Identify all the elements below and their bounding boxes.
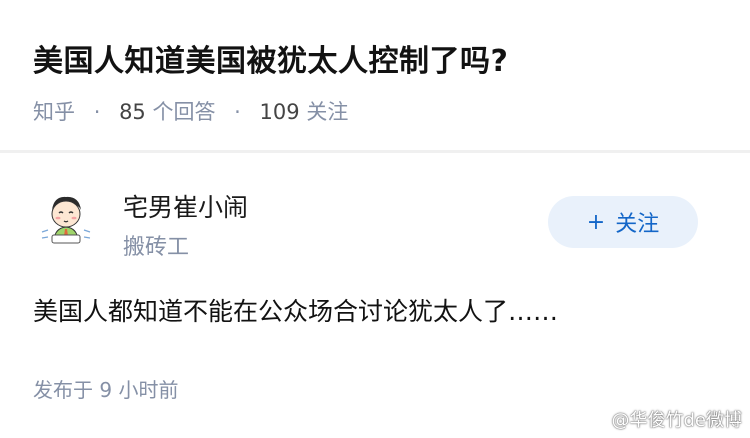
follow-button-label: 关注 — [615, 212, 660, 237]
question-title[interactable]: 美国人知道美国被犹太人控制了吗? — [33, 36, 508, 80]
follow-button[interactable]: + 关注 — [548, 196, 698, 248]
follower-count: 109 — [259, 100, 300, 124]
avatar[interactable] — [34, 188, 98, 252]
meta-separator: · — [234, 100, 241, 124]
source-label[interactable]: 知乎 — [33, 100, 75, 124]
author-name[interactable]: 宅男崔小闹 — [123, 188, 248, 224]
weibo-watermark: @华俊竹de微博 — [611, 410, 743, 431]
answer-count: 85 — [119, 100, 146, 124]
plus-icon: + — [586, 209, 606, 235]
answer-content[interactable]: 美国人都知道不能在公众场合讨论犹太人了…… — [33, 292, 558, 328]
meta-separator: · — [93, 100, 101, 124]
section-divider — [0, 150, 750, 153]
follower-count-label: 关注 — [306, 100, 349, 124]
question-header: 美国人知道美国被犹太人控制了吗? 知乎 · 85 个回答 · 109 关注 — [0, 0, 750, 150]
answer-count-label: 个回答 — [152, 100, 216, 124]
cartoon-avatar-icon — [41, 196, 91, 244]
question-meta: 知乎 · 85 个回答 · 109 关注 — [33, 96, 348, 126]
author-headline: 搬砖工 — [123, 235, 190, 260]
answer-timestamp: 发布于 9 小时前 — [33, 378, 179, 402]
